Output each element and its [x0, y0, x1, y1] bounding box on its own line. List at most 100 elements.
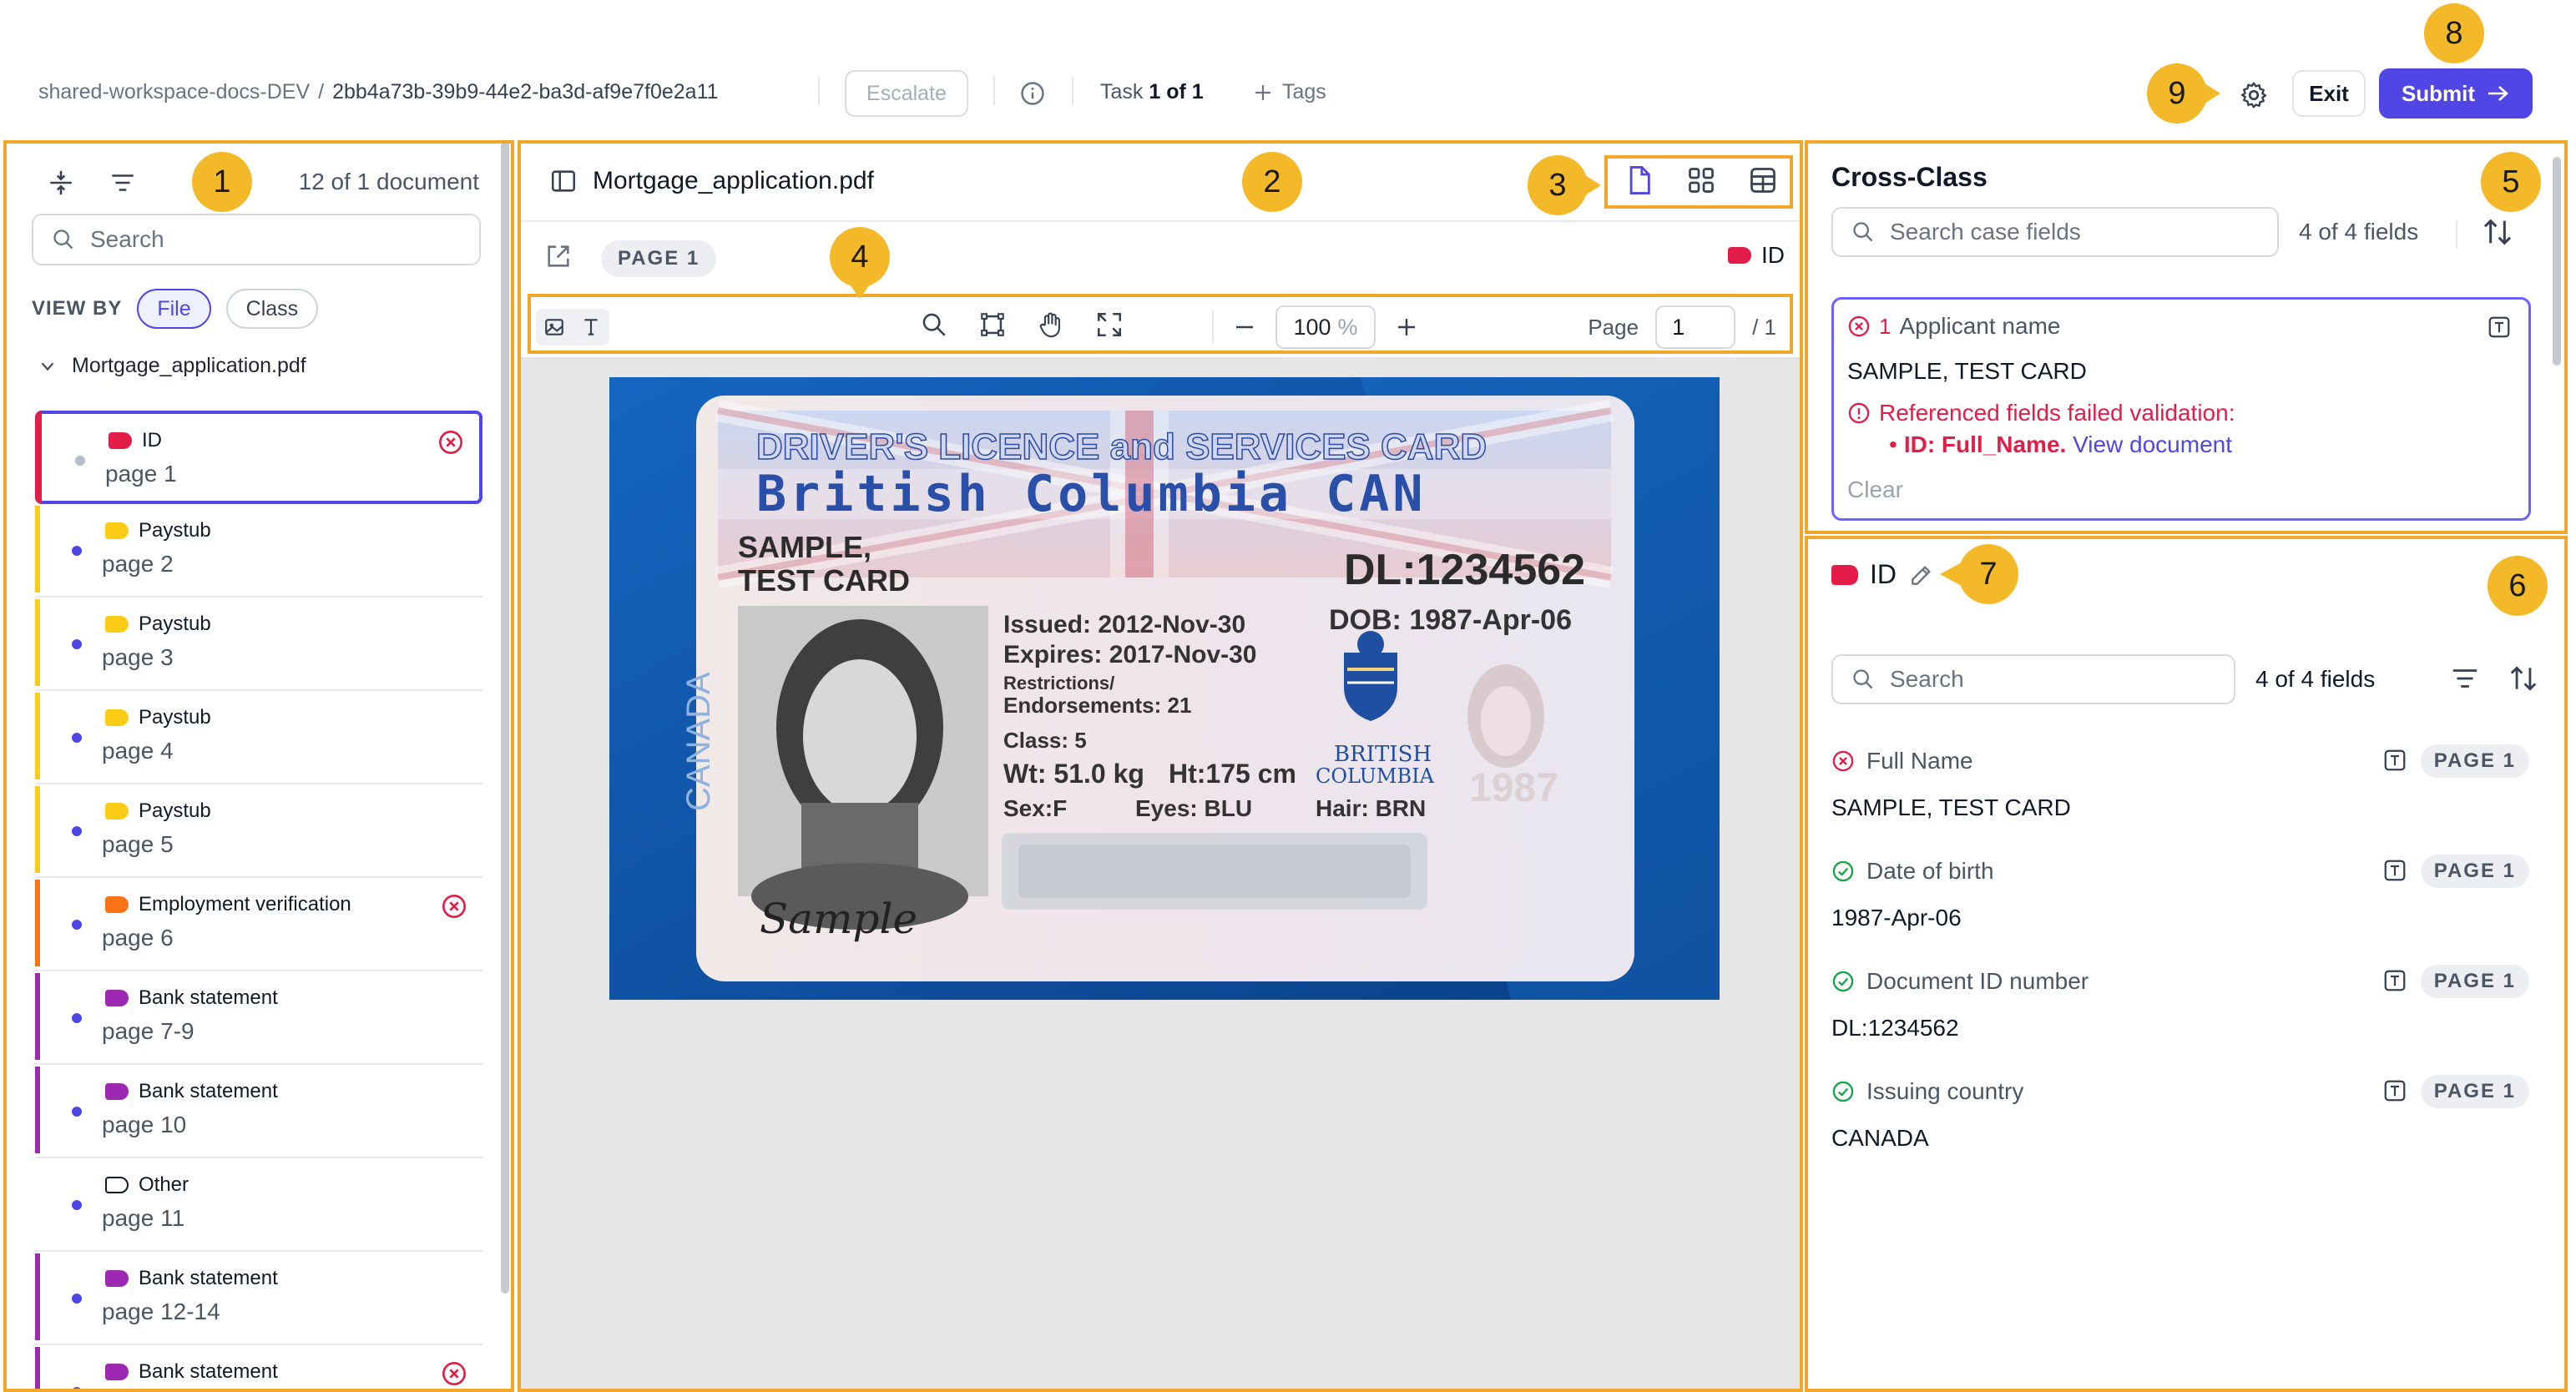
document-list-item[interactable]: Paystub page 3 — [35, 598, 482, 691]
document-list-item[interactable]: Paystub page 4 — [35, 691, 482, 784]
field-value[interactable]: CANADA — [1831, 1125, 1929, 1152]
submit-button[interactable]: Submit — [2379, 68, 2533, 119]
extracted-field[interactable]: Issuing country PAGE 1 CANADA — [1831, 1067, 2529, 1177]
field-page-chip[interactable]: PAGE 1 — [2420, 965, 2529, 998]
gear-icon[interactable] — [2239, 80, 2269, 110]
field-value[interactable]: 1987-Apr-06 — [1831, 905, 1962, 931]
file-group-header[interactable]: Mortgage_application.pdf — [38, 354, 306, 378]
extracted-field[interactable]: Full Name PAGE 1 SAMPLE, TEST CARD — [1831, 736, 2529, 846]
document-list-item[interactable]: Bank statement page 7-9 — [35, 971, 482, 1065]
search-icon[interactable] — [920, 310, 948, 339]
document-list-item[interactable]: Bank statementpage 15 — [35, 1345, 482, 1390]
document-list-item[interactable]: Paystub page 2 — [35, 504, 482, 598]
table-view-tab[interactable] — [1741, 159, 1785, 202]
id-field-count: 4 of 4 fields — [2255, 666, 2376, 692]
text-field-icon[interactable] — [2382, 858, 2407, 883]
text-field-icon[interactable] — [2382, 748, 2407, 773]
collapse-all-icon[interactable] — [47, 169, 75, 197]
grid-view-tab[interactable] — [1679, 159, 1723, 202]
task-current: 1 of 1 — [1149, 80, 1204, 103]
zoom-out-icon[interactable] — [1232, 315, 1257, 340]
exit-button[interactable]: Exit — [2292, 70, 2366, 117]
extracted-field[interactable]: Date of birth PAGE 1 1987-Apr-06 — [1831, 846, 2529, 956]
class-tag: Paystub — [105, 613, 211, 636]
cross-class-scrollbar[interactable] — [2553, 157, 2561, 366]
view-by-class-chip[interactable]: Class — [225, 289, 319, 329]
edit-icon[interactable] — [1908, 562, 1935, 588]
extracted-field[interactable]: Document ID number PAGE 1 DL:1234562 — [1831, 956, 2529, 1067]
zoom-input[interactable]: 100% — [1275, 305, 1376, 349]
document-list-item[interactable]: Other page 11 — [35, 1158, 482, 1252]
view-document-link[interactable]: View document — [2073, 431, 2232, 457]
filter-icon[interactable] — [109, 169, 137, 197]
document-list-item[interactable]: ID page 1 — [35, 411, 482, 504]
id-field-search[interactable] — [1831, 654, 2235, 704]
document-count: 12 of 1 document — [298, 169, 479, 194]
clear-button[interactable]: Clear — [1847, 477, 1903, 503]
sidebar-tools — [47, 169, 137, 197]
card-banner-line2: British Columbia CAN — [756, 465, 1426, 523]
error-circle-icon[interactable] — [437, 429, 464, 456]
single-page-view-tab[interactable] — [1618, 159, 1661, 202]
case-field-value[interactable]: SAMPLE, TEST CARD — [1847, 358, 2087, 385]
document-list-item[interactable]: Bank statement page 12-14 — [35, 1252, 482, 1345]
fit-screen-icon[interactable] — [1095, 310, 1124, 339]
image-icon — [545, 319, 563, 335]
view-by-file-chip[interactable]: File — [137, 289, 211, 329]
field-page-chip[interactable]: PAGE 1 — [2420, 1075, 2529, 1108]
case-field-card[interactable]: 1 Applicant name SAMPLE, TEST CARD Refer… — [1831, 297, 2531, 521]
class-color-bar — [35, 880, 40, 966]
text-icon — [584, 319, 598, 335]
image-mode-button[interactable] — [536, 309, 573, 345]
sidebar-search-input[interactable] — [90, 226, 441, 253]
escalate-button[interactable]: Escalate — [845, 70, 968, 117]
field-label-text: Full Name — [1866, 748, 1973, 774]
case-field-search[interactable] — [1831, 207, 2279, 257]
document-list-item[interactable]: Paystub page 5 — [35, 784, 482, 878]
class-tag-label: Paystub — [139, 799, 211, 822]
class-tag-label: Paystub — [139, 706, 211, 729]
document-list-item[interactable]: Employment verification page 6 — [35, 878, 482, 971]
crop-select-icon[interactable] — [978, 310, 1007, 339]
document-page-image[interactable]: DRIVER'S LICENCE and SERVICES CARD Briti… — [609, 377, 1720, 1000]
page-input[interactable]: 1 — [1655, 305, 1736, 349]
field-value[interactable]: SAMPLE, TEST CARD — [1831, 794, 2071, 821]
case-field-search-input[interactable] — [1890, 219, 2207, 245]
check-circle-icon — [1832, 860, 1854, 882]
sidebar-search[interactable] — [32, 214, 481, 265]
text-field-icon[interactable] — [2382, 968, 2407, 993]
class-tag-label: Employment verification — [139, 893, 351, 915]
error-circle-icon[interactable] — [441, 893, 467, 920]
error-circle-icon[interactable] — [441, 1360, 467, 1387]
breadcrumb-document-id: 2bb4a73b-39b9-44e2-ba3d-af9e7f0e2a11 — [332, 80, 719, 103]
text-mode-button[interactable] — [573, 309, 609, 345]
sort-icon[interactable] — [2481, 215, 2514, 249]
card-endorsements: Endorsements: 21 — [1003, 693, 1191, 718]
hand-pan-icon[interactable] — [1037, 310, 1065, 339]
class-tag-icon — [105, 803, 129, 820]
viewer-toolbar: 100% Page 1 / 1 — [519, 295, 1801, 359]
field-value[interactable]: DL:1234562 — [1831, 1015, 1959, 1041]
info-icon[interactable] — [1020, 81, 1045, 106]
id-field-search-input[interactable] — [1890, 666, 2207, 693]
field-page-chip[interactable]: PAGE 1 — [2420, 855, 2529, 888]
text-field-icon[interactable] — [2382, 1078, 2407, 1103]
breadcrumb-workspace[interactable]: shared-workspace-docs-DEV — [38, 80, 310, 103]
tags-button[interactable]: Tags — [1254, 80, 1326, 104]
open-external-icon[interactable] — [544, 242, 573, 270]
sort-icon[interactable] — [2508, 663, 2539, 694]
filter-icon[interactable] — [2449, 663, 2481, 694]
sidebar-toggle-icon[interactable] — [549, 167, 578, 195]
validation-reference: • ID: Full_Name. View document — [1889, 431, 2233, 457]
page-range: page 11 — [102, 1205, 185, 1231]
callout-badge-3: 3 — [1528, 155, 1601, 215]
status-dot — [72, 920, 82, 930]
callout-badge-8: 8 — [2424, 3, 2484, 63]
zoom-in-icon[interactable] — [1394, 315, 1419, 340]
text-field-icon[interactable] — [2487, 315, 2512, 340]
field-page-chip[interactable]: PAGE 1 — [2420, 744, 2529, 778]
sidebar-scrollbar[interactable] — [501, 142, 509, 1294]
document-list-item[interactable]: Bank statement page 10 — [35, 1065, 482, 1158]
class-tag-icon — [105, 990, 129, 1006]
class-tag-label: Bank statement — [139, 986, 278, 1009]
